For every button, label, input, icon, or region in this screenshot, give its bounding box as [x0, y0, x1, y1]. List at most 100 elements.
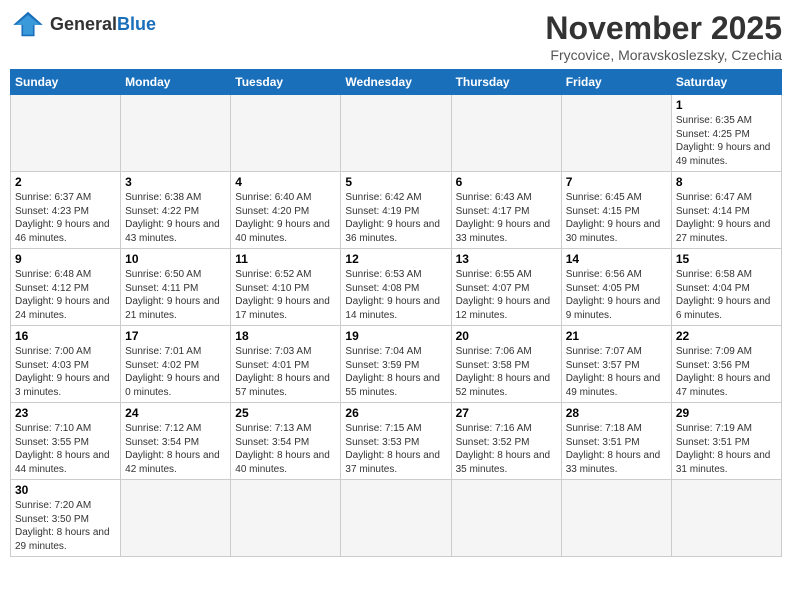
- table-row: 19Sunrise: 7:04 AM Sunset: 3:59 PM Dayli…: [341, 326, 451, 403]
- day-number: 20: [456, 329, 557, 343]
- day-number: 13: [456, 252, 557, 266]
- day-info: Sunrise: 7:10 AM Sunset: 3:55 PM Dayligh…: [15, 422, 116, 476]
- day-info: Sunrise: 6:55 AM Sunset: 4:07 PM Dayligh…: [456, 268, 557, 322]
- day-number: 3: [125, 175, 226, 189]
- day-number: 4: [235, 175, 336, 189]
- day-number: 9: [15, 252, 116, 266]
- table-row: 24Sunrise: 7:12 AM Sunset: 3:54 PM Dayli…: [121, 403, 231, 480]
- day-number: 27: [456, 406, 557, 420]
- table-row: 13 Sunrise: 6:55 AM Sunset: 4:07 PM Dayli…: [451, 249, 561, 326]
- table-row: 27 Sunrise: 7:16 AM Sunset: 3:52 PM Dayli…: [451, 403, 561, 480]
- table-row: 5 Sunrise: 6:42 AM Sunset: 4:19 PM Daylig…: [341, 172, 451, 249]
- table-row: 30 Sunrise: 7:20 AM Sunset: 3:50 PM Dayli…: [11, 480, 121, 557]
- table-row: 7Sunrise: 6:45 AM Sunset: 4:15 PM Daylig…: [561, 172, 671, 249]
- day-number: 2: [15, 175, 116, 189]
- day-number: 8: [676, 175, 777, 189]
- logo-text: GeneralBlue: [50, 14, 156, 35]
- calendar-week-row: 23 Sunrise: 7:10 AM Sunset: 3:55 PM Dayli…: [11, 403, 782, 480]
- day-number: 26: [345, 406, 446, 420]
- day-number: 6: [456, 175, 557, 189]
- table-row: 22 Sunrise: 7:09 AM Sunset: 3:56 PM Dayli…: [671, 326, 781, 403]
- col-thursday: Thursday: [451, 70, 561, 95]
- day-info: Sunrise: 6:53 AM Sunset: 4:08 PM Dayligh…: [345, 268, 446, 322]
- day-info: Sunrise: 7:19 AM Sunset: 3:51 PM Dayligh…: [676, 422, 777, 476]
- table-row: [451, 480, 561, 557]
- table-row: 3 Sunrise: 6:38 AM Sunset: 4:22 PM Daylig…: [121, 172, 231, 249]
- day-number: 23: [15, 406, 116, 420]
- table-row: [561, 95, 671, 172]
- day-number: 7: [566, 175, 667, 189]
- table-row: 21Sunrise: 7:07 AM Sunset: 3:57 PM Dayli…: [561, 326, 671, 403]
- table-row: [561, 480, 671, 557]
- day-info: Sunrise: 6:38 AM Sunset: 4:22 PM Dayligh…: [125, 191, 226, 245]
- table-row: 8 Sunrise: 6:47 AM Sunset: 4:14 PM Daylig…: [671, 172, 781, 249]
- table-row: [121, 95, 231, 172]
- table-row: [341, 480, 451, 557]
- day-number: 17: [125, 329, 226, 343]
- table-row: 2 Sunrise: 6:37 AM Sunset: 4:23 PM Daylig…: [11, 172, 121, 249]
- table-row: 1Sunrise: 6:35 AM Sunset: 4:25 PM Daylig…: [671, 95, 781, 172]
- logo: GeneralBlue: [10, 10, 156, 38]
- table-row: 4 Sunrise: 6:40 AM Sunset: 4:20 PM Daylig…: [231, 172, 341, 249]
- day-info: Sunrise: 7:03 AM Sunset: 4:01 PM Dayligh…: [235, 345, 336, 399]
- day-number: 12: [345, 252, 446, 266]
- calendar-week-row: 1Sunrise: 6:35 AM Sunset: 4:25 PM Daylig…: [11, 95, 782, 172]
- title-block: November 2025 Frycovice, Moravskoslezsky…: [545, 10, 782, 63]
- table-row: 16Sunrise: 7:00 AM Sunset: 4:03 PM Dayli…: [11, 326, 121, 403]
- table-row: 17Sunrise: 7:01 AM Sunset: 4:02 PM Dayli…: [121, 326, 231, 403]
- day-info: Sunrise: 6:47 AM Sunset: 4:14 PM Dayligh…: [676, 191, 777, 245]
- day-number: 29: [676, 406, 777, 420]
- table-row: 25Sunrise: 7:13 AM Sunset: 3:54 PM Dayli…: [231, 403, 341, 480]
- day-number: 25: [235, 406, 336, 420]
- day-number: 5: [345, 175, 446, 189]
- table-row: [121, 480, 231, 557]
- page-header: GeneralBlue November 2025 Frycovice, Mor…: [10, 10, 782, 63]
- table-row: 14 Sunrise: 6:56 AM Sunset: 4:05 PM Dayli…: [561, 249, 671, 326]
- table-row: [671, 480, 781, 557]
- col-sunday: Sunday: [11, 70, 121, 95]
- month-title: November 2025: [545, 10, 782, 47]
- col-tuesday: Tuesday: [231, 70, 341, 95]
- day-number: 16: [15, 329, 116, 343]
- col-saturday: Saturday: [671, 70, 781, 95]
- table-row: 15 Sunrise: 6:58 AM Sunset: 4:04 PM Dayli…: [671, 249, 781, 326]
- day-info: Sunrise: 6:35 AM Sunset: 4:25 PM Dayligh…: [676, 114, 777, 168]
- day-info: Sunrise: 6:52 AM Sunset: 4:10 PM Dayligh…: [235, 268, 336, 322]
- table-row: 9Sunrise: 6:48 AM Sunset: 4:12 PM Daylig…: [11, 249, 121, 326]
- col-friday: Friday: [561, 70, 671, 95]
- day-info: Sunrise: 6:42 AM Sunset: 4:19 PM Dayligh…: [345, 191, 446, 245]
- day-info: Sunrise: 7:12 AM Sunset: 3:54 PM Dayligh…: [125, 422, 226, 476]
- day-info: Sunrise: 6:50 AM Sunset: 4:11 PM Dayligh…: [125, 268, 226, 322]
- day-number: 18: [235, 329, 336, 343]
- table-row: 6Sunrise: 6:43 AM Sunset: 4:17 PM Daylig…: [451, 172, 561, 249]
- day-info: Sunrise: 6:40 AM Sunset: 4:20 PM Dayligh…: [235, 191, 336, 245]
- table-row: 29 Sunrise: 7:19 AM Sunset: 3:51 PM Dayli…: [671, 403, 781, 480]
- day-info: Sunrise: 6:37 AM Sunset: 4:23 PM Dayligh…: [15, 191, 116, 245]
- day-info: Sunrise: 7:09 AM Sunset: 3:56 PM Dayligh…: [676, 345, 777, 399]
- table-row: [231, 480, 341, 557]
- day-info: Sunrise: 6:58 AM Sunset: 4:04 PM Dayligh…: [676, 268, 777, 322]
- day-number: 22: [676, 329, 777, 343]
- day-number: 15: [676, 252, 777, 266]
- table-row: [341, 95, 451, 172]
- table-row: 10 Sunrise: 6:50 AM Sunset: 4:11 PM Dayli…: [121, 249, 231, 326]
- table-row: 12 Sunrise: 6:53 AM Sunset: 4:08 PM Dayli…: [341, 249, 451, 326]
- calendar-header-row: Sunday Monday Tuesday Wednesday Thursday…: [11, 70, 782, 95]
- table-row: [11, 95, 121, 172]
- day-number: 10: [125, 252, 226, 266]
- table-row: 26 Sunrise: 7:15 AM Sunset: 3:53 PM Dayli…: [341, 403, 451, 480]
- table-row: 18 Sunrise: 7:03 AM Sunset: 4:01 PM Dayli…: [231, 326, 341, 403]
- col-wednesday: Wednesday: [341, 70, 451, 95]
- calendar-week-row: 9Sunrise: 6:48 AM Sunset: 4:12 PM Daylig…: [11, 249, 782, 326]
- day-info: Sunrise: 7:15 AM Sunset: 3:53 PM Dayligh…: [345, 422, 446, 476]
- day-number: 14: [566, 252, 667, 266]
- day-number: 21: [566, 329, 667, 343]
- day-info: Sunrise: 7:16 AM Sunset: 3:52 PM Dayligh…: [456, 422, 557, 476]
- table-row: 23 Sunrise: 7:10 AM Sunset: 3:55 PM Dayli…: [11, 403, 121, 480]
- table-row: 28Sunrise: 7:18 AM Sunset: 3:51 PM Dayli…: [561, 403, 671, 480]
- table-row: 20Sunrise: 7:06 AM Sunset: 3:58 PM Dayli…: [451, 326, 561, 403]
- day-number: 30: [15, 483, 116, 497]
- calendar-week-row: 16Sunrise: 7:00 AM Sunset: 4:03 PM Dayli…: [11, 326, 782, 403]
- day-info: Sunrise: 7:20 AM Sunset: 3:50 PM Dayligh…: [15, 499, 116, 553]
- day-info: Sunrise: 6:56 AM Sunset: 4:05 PM Dayligh…: [566, 268, 667, 322]
